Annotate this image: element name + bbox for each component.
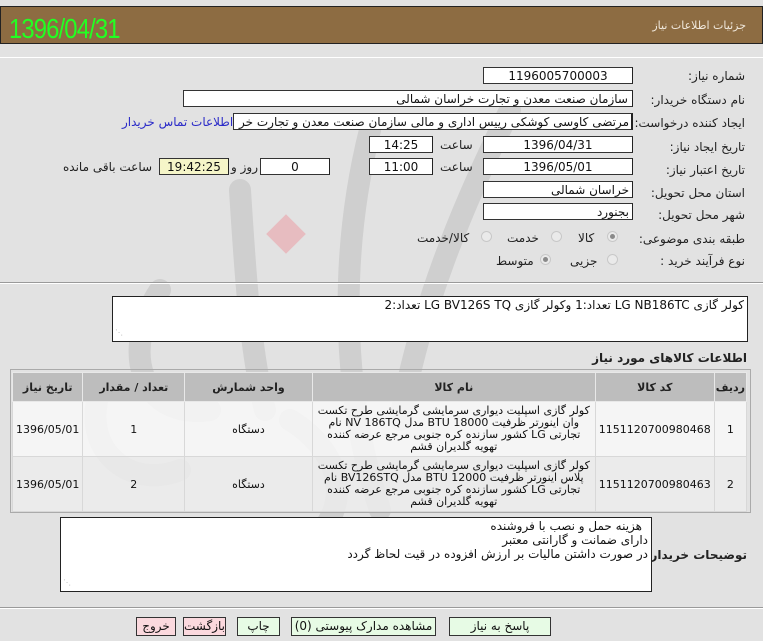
- col-date: تاریخ نیاز: [11, 372, 84, 402]
- buyer-notes-label: توضیحات خریدار:: [645, 548, 747, 562]
- validity-date-label: تاریخ اعتبار نیاز:: [665, 163, 745, 177]
- resize-grip-icon[interactable]: ⋰: [115, 326, 123, 340]
- category-goods-label: کالا: [578, 231, 595, 245]
- cell-date: 1396/05/01: [11, 401, 84, 457]
- cell-date: 1396/05/01: [11, 456, 84, 512]
- need-number-field: 1196005700003: [483, 67, 633, 84]
- validity-date-field: 1396/05/01: [483, 158, 633, 175]
- province-label: استان محل تحویل:: [650, 186, 745, 200]
- divider: [0, 57, 763, 58]
- table-row: 1 1151120700980468 کولر گازی اسپلیت دیوا…: [11, 401, 748, 457]
- category-goods-service-label: کالا/خدمت: [417, 231, 470, 245]
- exit-button[interactable]: خروج: [136, 617, 176, 636]
- col-unit: واحد شمارش: [184, 372, 313, 402]
- buyer-notes-textarea[interactable]: هزینه حمل و نصب با فروشنده دارای ضمانت و…: [60, 517, 652, 592]
- header-date: 1396/04/31: [9, 13, 120, 44]
- province-field: خراسان شمالی: [483, 181, 633, 198]
- cell-name: کولر گازی اسپلیت دیواری سرمایشی گرمایشی …: [311, 401, 596, 457]
- remaining-days-field: 0: [260, 158, 330, 175]
- cell-unit: دستگاه: [184, 456, 313, 512]
- cell-qty: 2: [82, 456, 186, 512]
- cell-index: 2: [713, 456, 748, 512]
- remaining-time-field: 19:42:25: [159, 158, 229, 175]
- created-date-label: تاریخ ایجاد نیاز:: [669, 140, 745, 154]
- radio-category-goods-service[interactable]: [481, 231, 492, 242]
- process-minor-label: جزیی: [570, 254, 598, 268]
- requester-label: ایجاد کننده درخواست:: [634, 116, 745, 130]
- buyer-contact-link[interactable]: اطلاعات تماس خریدار: [122, 115, 233, 129]
- col-name: نام کالا: [311, 372, 596, 402]
- need-number-label: شماره نیاز:: [688, 69, 745, 83]
- cell-unit: دستگاه: [184, 401, 313, 457]
- resize-grip-icon[interactable]: ⋰: [63, 576, 71, 590]
- radio-process-medium[interactable]: [540, 254, 551, 265]
- radio-category-goods[interactable]: [607, 231, 618, 242]
- radio-process-minor[interactable]: [607, 254, 618, 265]
- divider: [0, 283, 763, 284]
- view-attachments-button[interactable]: مشاهده مدارک پیوستی (0): [291, 617, 436, 636]
- col-code: کد کالا: [594, 372, 715, 402]
- page-title: جزئیات اطلاعات نیاز: [652, 19, 746, 32]
- days-label: روز و: [231, 160, 258, 174]
- cell-qty: 1: [82, 401, 186, 457]
- table-row: 2 1151120700980463 کولر گازی اسپلیت دیوا…: [11, 456, 748, 512]
- city-label: شهر محل تحویل:: [658, 208, 745, 222]
- created-time-label: ساعت: [440, 138, 473, 152]
- col-qty: تعداد / مقدار: [82, 372, 186, 402]
- cell-code: 1151120700980463: [594, 456, 715, 512]
- created-date-field: 1396/04/31: [483, 136, 633, 153]
- buyer-note-line: هزینه حمل و نصب با فروشنده: [490, 519, 642, 533]
- col-index: ردیف: [713, 372, 748, 402]
- process-medium-label: متوسط: [496, 254, 534, 268]
- back-button[interactable]: بازگشت: [183, 617, 226, 636]
- validity-time-field: 11:00: [369, 158, 433, 175]
- summary-textarea[interactable]: کولر گازی LG NB186TC تعداد:1 وکولر گازی …: [112, 296, 748, 342]
- radio-category-service[interactable]: [551, 231, 562, 242]
- requester-field: مرتضی کاوسی کوشکی رییس اداری و مالی سازم…: [233, 113, 633, 130]
- items-table: ردیف کد کالا نام کالا واحد شمارش تعداد /…: [11, 372, 748, 512]
- buyer-note-line: دارای ضمانت و گارانتی معتبر: [502, 533, 648, 547]
- validity-time-label: ساعت: [440, 160, 473, 174]
- category-service-label: خدمت: [507, 231, 539, 245]
- buyer-note-line: در صورت داشتن مالیات بر ارزش افزوده در ق…: [347, 547, 648, 561]
- page-header: جزئیات اطلاعات نیاز 1396/04/31: [0, 6, 763, 44]
- cell-code: 1151120700980468: [594, 401, 715, 457]
- city-field: بجنورد: [483, 203, 633, 220]
- print-button[interactable]: چاپ: [237, 617, 280, 636]
- cell-index: 1: [713, 401, 748, 457]
- summary-text: کولر گازی LG NB186TC تعداد:1 وکولر گازی …: [384, 298, 744, 312]
- category-label: طبقه بندی موضوعی:: [638, 232, 745, 246]
- created-time-field: 14:25: [369, 136, 433, 153]
- cell-name: کولر گازی اسپلیت دیواری سرمایشی گرمایشی …: [311, 456, 596, 512]
- respond-button[interactable]: پاسخ به نیاز: [449, 617, 551, 636]
- process-label: نوع فرآیند خرید :: [660, 254, 745, 268]
- buyer-org-label: نام دستگاه خریدار:: [650, 93, 746, 107]
- items-section-title: اطلاعات کالاهای مورد نیاز: [592, 351, 747, 365]
- remaining-time-label: ساعت باقی مانده: [63, 160, 153, 174]
- table-header-row: ردیف کد کالا نام کالا واحد شمارش تعداد /…: [11, 372, 748, 402]
- divider: [0, 608, 763, 609]
- buyer-org-field: سازمان صنعت معدن و تجارت خراسان شمالی: [183, 90, 633, 107]
